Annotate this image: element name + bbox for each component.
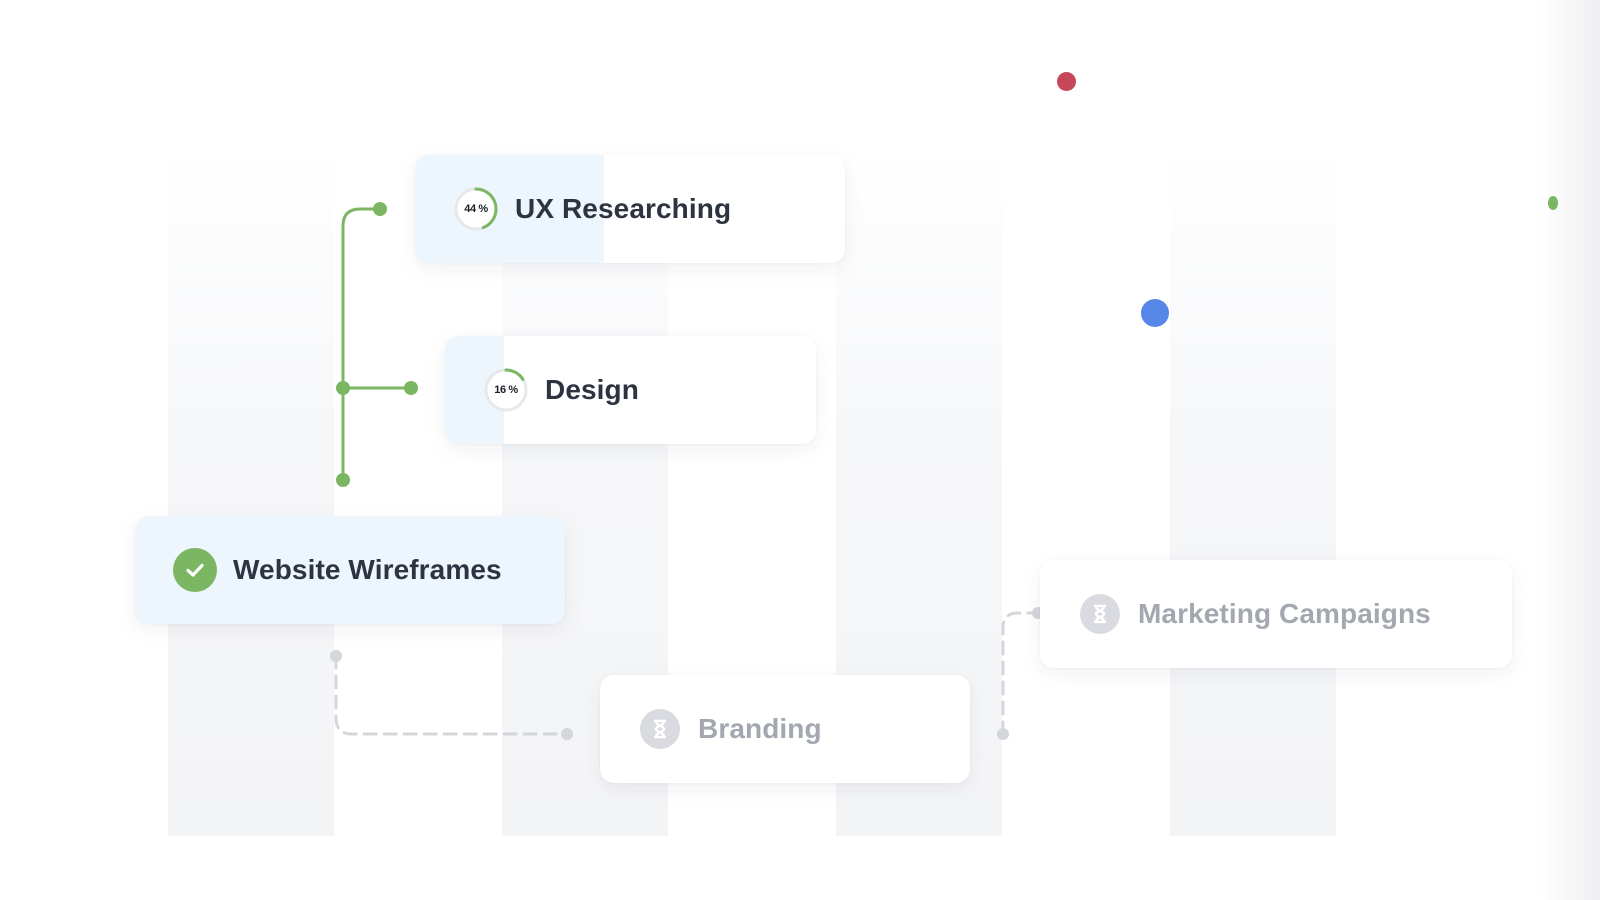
hourglass-icon: [1080, 594, 1120, 634]
task-title: Marketing Campaigns: [1138, 598, 1431, 629]
active-dependency-connector: [336, 202, 418, 487]
progress-percent: 16 %: [494, 384, 518, 396]
progress-ring-icon: 44 %: [453, 186, 499, 232]
task-title: UX Researching: [515, 193, 732, 224]
connector-node[interactable]: [561, 728, 573, 740]
task-title: Website Wireframes: [233, 554, 502, 585]
task-title: Branding: [698, 713, 822, 744]
task-card-branding[interactable]: Branding: [600, 675, 970, 783]
workflow-canvas: 44 % UX Researching 16 % Design Website …: [0, 0, 1600, 900]
task-card-ux-researching[interactable]: 44 % UX Researching: [415, 155, 845, 263]
hourglass-icon: [640, 709, 680, 749]
task-card-marketing-campaigns[interactable]: Marketing Campaigns: [1040, 560, 1512, 668]
connector-node[interactable]: [336, 473, 350, 487]
connector-node[interactable]: [373, 202, 387, 216]
connector-node[interactable]: [336, 381, 350, 395]
connector-node[interactable]: [997, 728, 1009, 740]
task-card-design[interactable]: 16 % Design: [445, 336, 816, 444]
progress-percent: 44 %: [464, 203, 488, 215]
connector-node[interactable]: [404, 381, 418, 395]
connector-node[interactable]: [330, 650, 342, 662]
check-icon: [173, 548, 217, 592]
progress-ring-icon: 16 %: [483, 367, 529, 413]
task-title: Design: [545, 374, 639, 405]
task-card-website-wireframes[interactable]: Website Wireframes: [135, 516, 565, 624]
